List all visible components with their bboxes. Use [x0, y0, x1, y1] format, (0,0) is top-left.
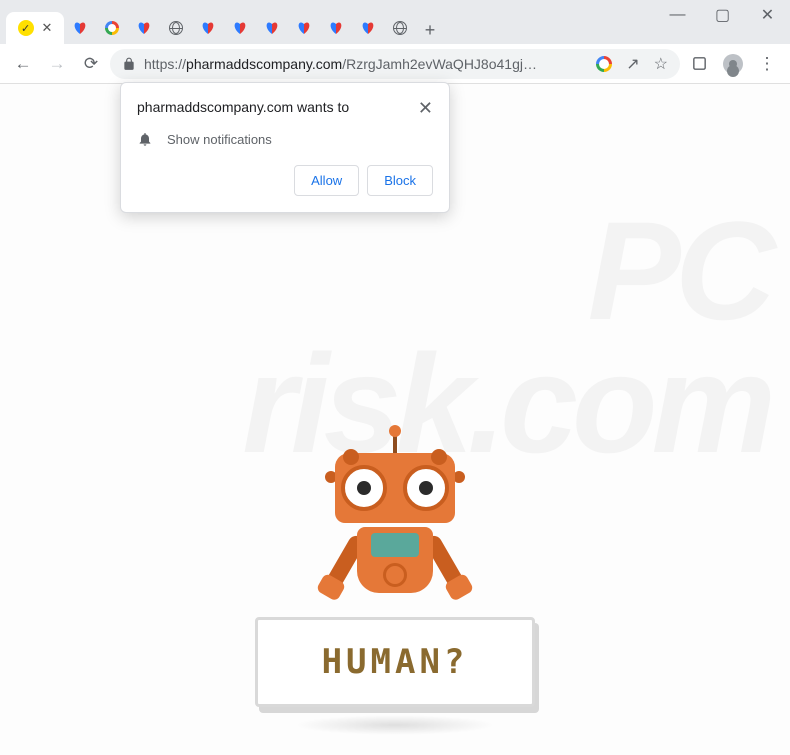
google-search-icon[interactable] [596, 56, 612, 72]
window-maximize-button[interactable]: ▢ [700, 0, 745, 30]
browser-tab-active[interactable]: ✓ ✕ [6, 12, 64, 44]
robot-illustration: HUMAN? [255, 433, 535, 735]
robot-sign: HUMAN? [255, 617, 535, 707]
window-controls: — ▢ ✕ [655, 0, 790, 30]
lock-icon [122, 57, 136, 71]
profile-avatar-icon[interactable] [718, 49, 748, 79]
reload-button[interactable]: ⟳ [76, 49, 106, 79]
browser-tab[interactable] [288, 12, 320, 44]
notification-title: pharmaddscompany.com wants to [137, 99, 349, 115]
extensions-icon[interactable] [684, 49, 714, 79]
globe-icon [393, 21, 407, 35]
google-icon [105, 21, 119, 35]
sign-text: HUMAN? [322, 642, 469, 682]
heart-icon [137, 21, 151, 35]
robot-antenna-icon [393, 433, 397, 455]
heart-icon [265, 21, 279, 35]
browser-tab[interactable] [224, 12, 256, 44]
heart-icon [297, 21, 311, 35]
new-tab-button[interactable]: + [416, 16, 444, 44]
globe-icon [169, 21, 183, 35]
browser-tab[interactable] [256, 12, 288, 44]
bell-icon [137, 131, 153, 147]
browser-menu-button[interactable]: ⋮ [752, 49, 782, 79]
window-minimize-button[interactable]: — [655, 0, 700, 30]
notification-body-text: Show notifications [167, 132, 272, 147]
heart-icon [361, 21, 375, 35]
forward-button[interactable]: → [42, 49, 72, 79]
url-text: https://pharmaddscompany.com/RzrgJamh2ev… [144, 56, 537, 72]
browser-tab[interactable] [160, 12, 192, 44]
address-bar[interactable]: https://pharmaddscompany.com/RzrgJamh2ev… [110, 49, 680, 79]
norton-icon: ✓ [18, 20, 34, 36]
browser-tab[interactable] [352, 12, 384, 44]
browser-toolbar: ← → ⟳ https://pharmaddscompany.com/RzrgJ… [0, 44, 790, 84]
browser-tab[interactable] [64, 12, 96, 44]
window-titlebar: ✓ ✕ + — ▢ ✕ [0, 0, 790, 44]
window-close-button[interactable]: ✕ [745, 0, 790, 30]
tab-strip: ✓ ✕ + [0, 0, 655, 44]
watermark-text: PC risk.com [242, 204, 770, 470]
robot-body-icon [357, 527, 433, 593]
heart-icon [201, 21, 215, 35]
back-button[interactable]: ← [8, 49, 38, 79]
tab-close-icon[interactable]: ✕ [42, 20, 53, 36]
heart-icon [329, 21, 343, 35]
heart-icon [233, 21, 247, 35]
bookmark-star-icon[interactable]: ☆ [654, 54, 668, 74]
block-button[interactable]: Block [367, 165, 433, 196]
browser-tab[interactable] [320, 12, 352, 44]
browser-tab[interactable] [384, 12, 416, 44]
allow-button[interactable]: Allow [294, 165, 359, 196]
heart-icon [73, 21, 87, 35]
close-icon[interactable]: ✕ [418, 99, 433, 117]
browser-tab[interactable] [96, 12, 128, 44]
browser-tab[interactable] [128, 12, 160, 44]
robot-head-icon [335, 453, 455, 523]
browser-tab[interactable] [192, 12, 224, 44]
notification-permission-popup: pharmaddscompany.com wants to ✕ Show not… [120, 82, 450, 213]
share-icon[interactable]: ↗ [626, 54, 639, 74]
